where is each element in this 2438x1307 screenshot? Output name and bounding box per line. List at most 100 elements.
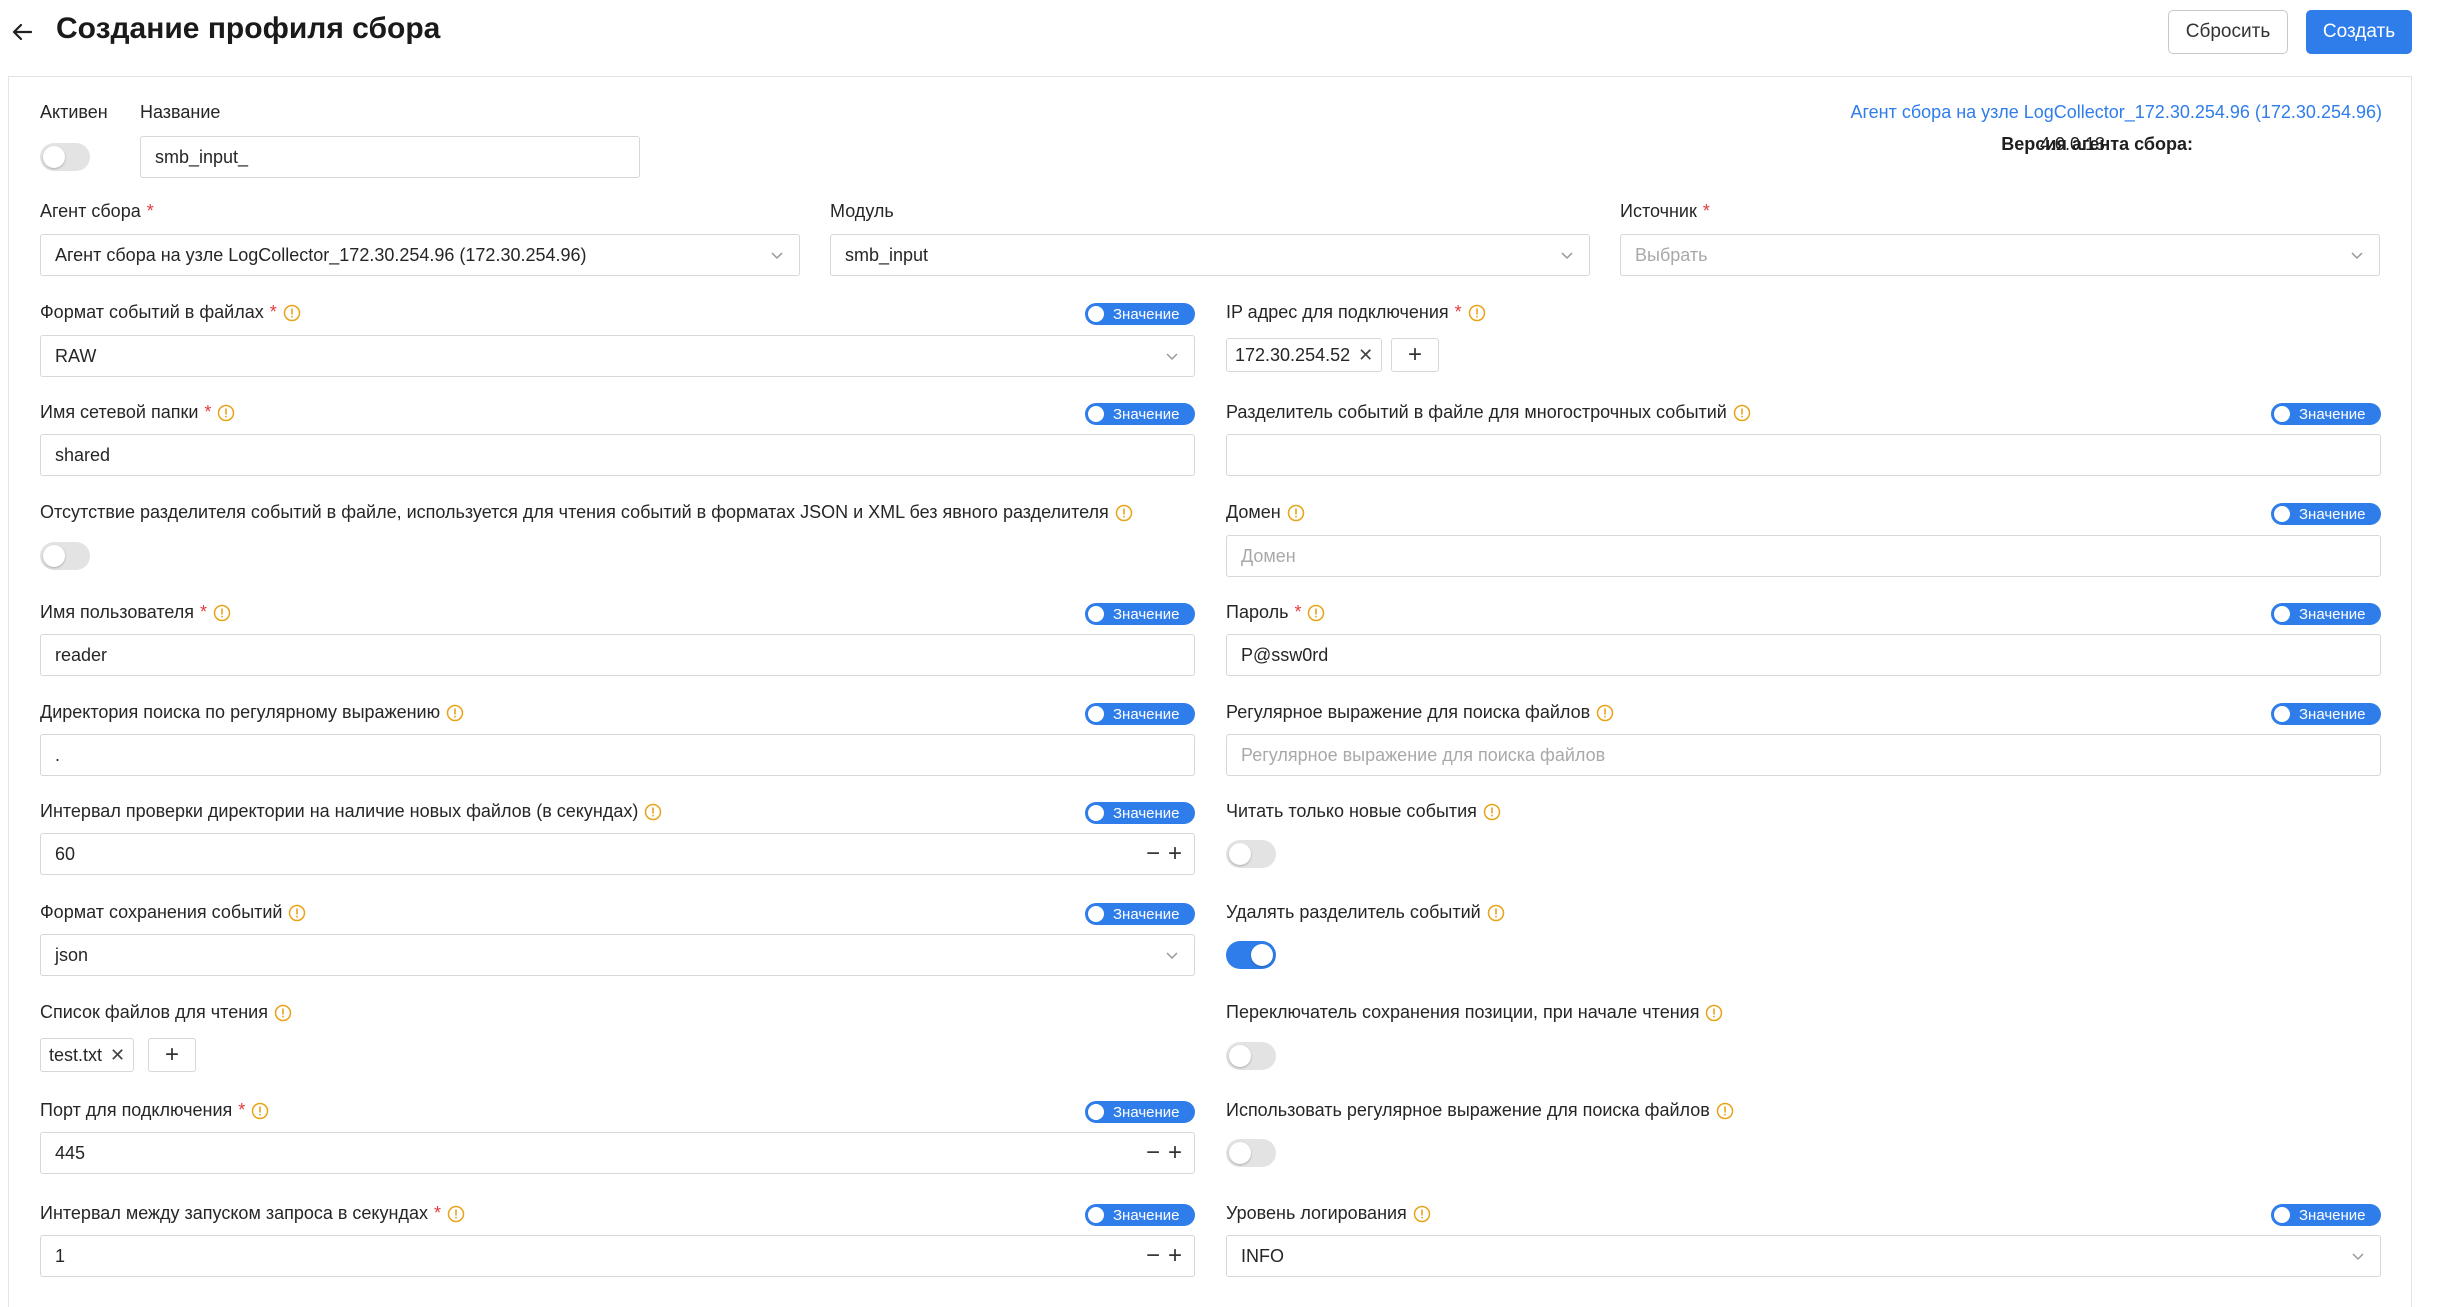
create-button[interactable]: Создать — [2306, 10, 2412, 54]
active-toggle[interactable] — [40, 143, 90, 171]
info-icon — [1115, 504, 1133, 522]
file-tag-label: test.txt — [49, 1044, 103, 1065]
info-icon — [1307, 604, 1325, 622]
plus-icon[interactable]: + — [1168, 1244, 1182, 1268]
value-toggle-pill[interactable]: Значение — [2271, 703, 2381, 725]
value-toggle-pill[interactable]: Значение — [1085, 1204, 1195, 1226]
chevron-down-icon — [1166, 952, 1178, 960]
password-input[interactable]: P@ssw0rd — [1226, 634, 2381, 676]
format-select-value: RAW — [55, 345, 97, 366]
files-label: Список файлов для чтения — [40, 1002, 292, 1023]
minus-icon[interactable]: − — [1146, 1244, 1160, 1268]
dir-regex-input[interactable]: . — [40, 734, 1195, 776]
plus-icon[interactable]: + — [1168, 1141, 1182, 1165]
only-new-toggle[interactable] — [1226, 840, 1276, 868]
only-new-label: Читать только новые события — [1226, 801, 1501, 822]
save-position-label: Переключатель сохранения позиции, при на… — [1226, 1002, 1723, 1023]
reset-button[interactable]: Сбросить — [2168, 10, 2288, 54]
chevron-down-icon — [2351, 252, 2363, 260]
info-icon — [644, 803, 662, 821]
agent-select-label: Агент сбора * — [40, 201, 154, 221]
no-delimiter-label: Отсутствие разделителя событий в файле, … — [40, 502, 1133, 523]
chevron-down-icon — [1561, 252, 1573, 260]
no-delimiter-toggle[interactable] — [40, 542, 90, 570]
active-label: Активен — [40, 102, 108, 122]
ip-label: IP адрес для подключения * — [1226, 302, 1486, 323]
page-title: Создание профиля сбора — [56, 12, 441, 45]
format-select[interactable]: RAW — [40, 335, 1195, 377]
value-toggle-pill[interactable]: Значение — [1085, 403, 1195, 425]
query-interval-input[interactable]: 1 − + — [40, 1235, 1195, 1277]
close-icon[interactable]: ✕ — [110, 1045, 125, 1066]
info-icon — [446, 704, 464, 722]
back-arrow-icon[interactable] — [8, 16, 36, 48]
log-level-label: Уровень логирования — [1226, 1203, 1431, 1224]
multiline-delimiter-input[interactable] — [1226, 434, 2381, 476]
info-icon — [1705, 1004, 1723, 1022]
chevron-down-icon — [1166, 353, 1178, 361]
port-value: 445 — [55, 1142, 86, 1163]
agent-link[interactable]: Агент сбора на узле LogCollector_172.30.… — [1850, 102, 2382, 123]
info-icon — [217, 404, 235, 422]
port-input[interactable]: 445 − + — [40, 1132, 1195, 1174]
name-input[interactable]: smb_input_ — [140, 136, 640, 178]
add-file-button[interactable]: + — [148, 1038, 196, 1072]
info-icon — [1487, 904, 1505, 922]
user-input[interactable]: reader — [40, 634, 1195, 676]
interval-input[interactable]: 60 − + — [40, 833, 1195, 875]
info-icon — [1716, 1102, 1734, 1120]
file-regex-label: Регулярное выражение для поиска файлов — [1226, 702, 1614, 723]
share-input[interactable]: shared — [40, 434, 1195, 476]
password-label: Пароль * — [1226, 602, 1325, 623]
use-regex-label: Использовать регулярное выражение для по… — [1226, 1100, 1734, 1121]
format-label: Формат событий в файлах * — [40, 302, 301, 323]
agent-version-value: 4.0.0.13 — [2040, 134, 2106, 154]
user-label: Имя пользователя * — [40, 602, 231, 623]
minus-icon[interactable]: − — [1146, 1141, 1160, 1165]
info-icon — [213, 604, 231, 622]
add-ip-button[interactable]: + — [1391, 338, 1439, 372]
close-icon[interactable]: ✕ — [1358, 345, 1373, 366]
value-toggle-pill[interactable]: Значение — [1085, 303, 1195, 325]
source-select[interactable]: Выбрать — [1620, 234, 2380, 276]
value-toggle-pill[interactable]: Значение — [1085, 802, 1195, 824]
minus-icon[interactable]: − — [1146, 842, 1160, 866]
domain-input[interactable]: Домен — [1226, 535, 2381, 577]
log-level-select[interactable]: INFO — [1226, 1235, 2381, 1277]
agent-select[interactable]: Агент сбора на узле LogCollector_172.30.… — [40, 234, 800, 276]
plus-icon[interactable]: + — [1168, 842, 1182, 866]
save-format-select[interactable]: json — [40, 934, 1195, 976]
value-toggle-pill[interactable]: Значение — [2271, 503, 2381, 525]
log-level-value: INFO — [1241, 1245, 1284, 1266]
info-icon — [288, 904, 306, 922]
info-icon — [1733, 404, 1751, 422]
source-select-placeholder: Выбрать — [1635, 244, 1708, 265]
value-toggle-pill[interactable]: Значение — [2271, 1204, 2381, 1226]
remove-delimiter-toggle[interactable] — [1226, 941, 1276, 969]
info-icon — [251, 1102, 269, 1120]
info-icon — [1287, 504, 1305, 522]
value-toggle-pill[interactable]: Значение — [1085, 1101, 1195, 1123]
value-toggle-pill[interactable]: Значение — [1085, 703, 1195, 725]
module-select[interactable]: smb_input — [830, 234, 1590, 276]
module-select-value: smb_input — [845, 244, 929, 265]
source-select-label: Источник * — [1620, 201, 1710, 221]
name-label: Название — [140, 102, 221, 122]
chevron-down-icon — [2352, 1253, 2364, 1261]
info-icon — [1468, 304, 1486, 322]
module-select-label: Модуль — [830, 201, 894, 221]
save-format-value: json — [55, 944, 89, 965]
value-toggle-pill[interactable]: Значение — [1085, 603, 1195, 625]
multiline-delimiter-label: Разделитель событий в файле для многостр… — [1226, 402, 1751, 423]
file-regex-input[interactable]: Регулярное выражение для поиска файлов — [1226, 734, 2381, 776]
save-position-toggle[interactable] — [1226, 1042, 1276, 1070]
value-toggle-pill[interactable]: Значение — [2271, 603, 2381, 625]
port-label: Порт для подключения * — [40, 1100, 269, 1121]
use-regex-toggle[interactable] — [1226, 1139, 1276, 1167]
info-icon — [283, 304, 301, 322]
value-toggle-pill[interactable]: Значение — [1085, 903, 1195, 925]
save-format-label: Формат сохранения событий — [40, 902, 306, 923]
info-icon — [447, 1205, 465, 1223]
interval-value: 60 — [55, 843, 76, 864]
value-toggle-pill[interactable]: Значение — [2271, 403, 2381, 425]
